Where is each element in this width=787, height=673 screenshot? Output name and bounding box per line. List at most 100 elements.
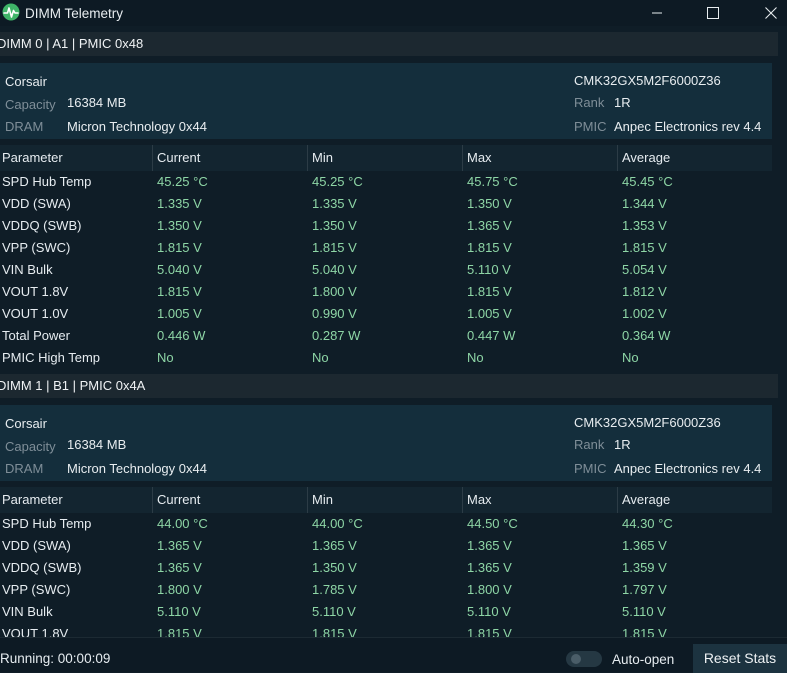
- column-header-current[interactable]: Current: [152, 487, 307, 513]
- param-cell: SPD Hub Temp: [2, 174, 92, 189]
- min-cell: No: [312, 350, 329, 365]
- column-header-average[interactable]: Average: [617, 145, 772, 171]
- heartbeat-icon: [2, 3, 20, 21]
- min-cell: 1.815 V: [312, 626, 357, 637]
- table-row: SPD Hub Temp 44.00 °C 44.00 °C 44.50 °C 44.3…: [0, 513, 772, 535]
- dram-value: Micron Technology 0x44: [67, 461, 207, 476]
- param-cell: VDDQ (SWB): [2, 560, 82, 575]
- vendor-name: Corsair: [5, 416, 47, 431]
- rank-value: 1R: [614, 95, 631, 110]
- max-cell: 1.365 V: [467, 218, 512, 233]
- minimize-button[interactable]: [635, 0, 679, 26]
- max-cell: 5.110 V: [467, 262, 511, 277]
- average-cell: 1.359 V: [622, 560, 667, 575]
- average-cell: 1.344 V: [622, 196, 667, 211]
- column-header-min[interactable]: Min: [307, 487, 462, 513]
- auto-open-toggle[interactable]: [566, 651, 602, 667]
- table-row: VOUT 1.8V 1.815 V 1.815 V 1.815 V 1.815 V: [0, 623, 772, 637]
- dimm-1-header: DIMM 1 | B1 | PMIC 0x4A: [0, 374, 778, 398]
- current-cell: 5.040 V: [157, 262, 202, 277]
- param-cell: VDD (SWA): [2, 196, 71, 211]
- max-cell: 44.50 °C: [467, 516, 518, 531]
- dimm-1-info: Corsair Capacity 16384 MB DRAM Micron Te…: [0, 405, 772, 481]
- table-row: VDD (SWA) 1.335 V 1.335 V 1.350 V 1.344 V: [0, 193, 772, 215]
- min-cell: 1.350 V: [312, 560, 357, 575]
- capacity-label: Capacity: [5, 97, 56, 112]
- dram-label: DRAM: [5, 119, 44, 134]
- column-header-average[interactable]: Average: [617, 487, 772, 513]
- current-cell: 1.800 V: [157, 582, 202, 597]
- average-cell: 1.797 V: [622, 582, 667, 597]
- column-header-parameter[interactable]: Parameter: [0, 145, 152, 171]
- reset-stats-button[interactable]: Reset Stats: [693, 644, 787, 673]
- table-row: VOUT 1.0V 1.005 V 0.990 V 1.005 V 1.002 V: [0, 303, 772, 325]
- current-cell: 1.365 V: [157, 560, 202, 575]
- rank-label: Rank: [574, 95, 605, 110]
- dimm-0-header: DIMM 0 | A1 | PMIC 0x48: [0, 32, 778, 56]
- current-cell: 1.815 V: [157, 284, 202, 299]
- average-cell: 1.365 V: [622, 538, 667, 553]
- table-row: VPP (SWC) 1.800 V 1.785 V 1.800 V 1.797 V: [0, 579, 772, 601]
- minimize-icon: [652, 12, 662, 14]
- dram-value: Micron Technology 0x44: [67, 119, 207, 134]
- column-header-parameter[interactable]: Parameter: [0, 487, 152, 513]
- average-cell: No: [622, 350, 639, 365]
- current-cell: 1.005 V: [157, 306, 202, 321]
- column-header-current[interactable]: Current: [152, 145, 307, 171]
- average-cell: 5.054 V: [622, 262, 667, 277]
- current-cell: 45.25 °C: [157, 174, 208, 189]
- current-cell: 44.00 °C: [157, 516, 208, 531]
- param-cell: VPP (SWC): [2, 240, 71, 255]
- param-cell: VDDQ (SWB): [2, 218, 82, 233]
- param-cell: Total Power: [2, 328, 70, 343]
- pmic-value: Anpec Electronics rev 4.4: [614, 119, 762, 134]
- table-row: VPP (SWC) 1.815 V 1.815 V 1.815 V 1.815 V: [0, 237, 772, 259]
- status-bar: Running: 00:00:09 Auto-open Reset Stats: [0, 637, 787, 673]
- pmic-label: PMIC: [574, 461, 607, 476]
- average-cell: 1.815 V: [622, 240, 667, 255]
- dimm-0-info: Corsair Capacity 16384 MB DRAM Micron Te…: [0, 63, 772, 139]
- title-bar: DIMM Telemetry: [0, 0, 787, 26]
- max-cell: 45.75 °C: [467, 174, 518, 189]
- min-cell: 0.990 V: [312, 306, 357, 321]
- dimm-list[interactable]: DIMM 0 | A1 | PMIC 0x48 Corsair Capacity…: [0, 26, 787, 637]
- min-cell: 1.800 V: [312, 284, 357, 299]
- average-cell: 1.815 V: [622, 626, 667, 637]
- max-cell: 1.365 V: [467, 560, 512, 575]
- average-cell: 1.812 V: [622, 284, 667, 299]
- min-cell: 5.110 V: [312, 604, 356, 619]
- min-cell: 1.335 V: [312, 196, 357, 211]
- average-cell: 1.353 V: [622, 218, 667, 233]
- average-cell: 45.45 °C: [622, 174, 673, 189]
- table-row: VDDQ (SWB) 1.350 V 1.350 V 1.365 V 1.353 V: [0, 215, 772, 237]
- param-cell: VIN Bulk: [2, 604, 53, 619]
- running-timer: Running: 00:00:09: [0, 651, 111, 666]
- table-row: PMIC High Temp No No No No: [0, 347, 772, 369]
- capacity-value: 16384 MB: [67, 437, 127, 452]
- min-cell: 5.040 V: [312, 262, 357, 277]
- table-row: Total Power 0.446 W 0.287 W 0.447 W 0.364 W: [0, 325, 772, 347]
- table-header: Parameter Current Min Max Average: [0, 145, 772, 171]
- param-cell: VOUT 1.0V: [2, 306, 69, 321]
- pmic-label: PMIC: [574, 119, 607, 134]
- table-row: VIN Bulk 5.040 V 5.040 V 5.110 V 5.054 V: [0, 259, 772, 281]
- param-cell: VPP (SWC): [2, 582, 71, 597]
- column-header-max[interactable]: Max: [462, 487, 617, 513]
- param-cell: VOUT 1.8V: [2, 626, 69, 637]
- table-row: VIN Bulk 5.110 V 5.110 V 5.110 V 5.110 V: [0, 601, 772, 623]
- current-cell: 5.110 V: [157, 604, 201, 619]
- max-cell: 1.005 V: [467, 306, 512, 321]
- current-cell: 1.350 V: [157, 218, 202, 233]
- column-header-min[interactable]: Min: [307, 145, 462, 171]
- close-button[interactable]: [749, 0, 787, 26]
- column-header-max[interactable]: Max: [462, 145, 617, 171]
- current-cell: 1.365 V: [157, 538, 202, 553]
- max-cell: 1.815 V: [467, 626, 512, 637]
- max-cell: 1.815 V: [467, 240, 512, 255]
- maximize-button[interactable]: [691, 0, 735, 26]
- min-cell: 1.815 V: [312, 240, 357, 255]
- current-cell: 0.446 W: [157, 328, 206, 343]
- dram-label: DRAM: [5, 461, 44, 476]
- table-header: Parameter Current Min Max Average: [0, 487, 772, 513]
- max-cell: 1.350 V: [467, 196, 512, 211]
